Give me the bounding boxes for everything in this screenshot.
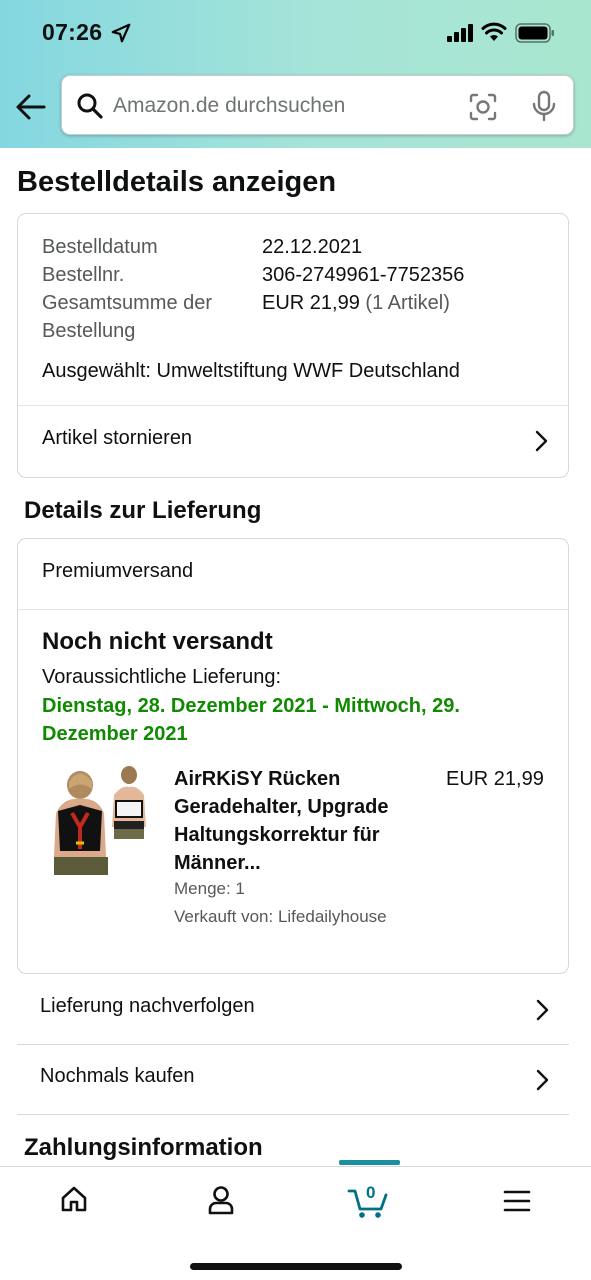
- delivery-section-title: Details zur Lieferung: [24, 497, 262, 524]
- product-price: EUR 21,99: [446, 768, 544, 790]
- top-header: 07:26 Amazon.de durchsuchen: [0, 0, 591, 148]
- search-bar[interactable]: Amazon.de durchsuchen: [61, 75, 574, 135]
- chevron-right-icon: [535, 430, 548, 452]
- order-item-count: (1 Artikel): [365, 292, 450, 314]
- order-summary-card: Bestelldatum 22.12.2021 Bestellnr. 306-2…: [17, 213, 569, 478]
- product-quantity: Menge: 1: [174, 879, 245, 898]
- order-total-value: EUR 21,99 (1 Artikel): [262, 289, 450, 317]
- home-indicator: [190, 1263, 402, 1270]
- delivery-card: Premiumversand Noch nicht versandt Vorau…: [17, 538, 569, 974]
- camera-lens-icon[interactable]: [468, 92, 498, 122]
- microphone-icon[interactable]: [531, 90, 557, 122]
- product-seller: Verkauft von: Lifedailyhouse: [174, 907, 387, 926]
- search-input[interactable]: Amazon.de durchsuchen: [113, 94, 345, 118]
- home-icon[interactable]: [60, 1185, 88, 1213]
- cancel-items-label: Artikel stornieren: [42, 427, 193, 449]
- account-icon[interactable]: [207, 1185, 235, 1215]
- divider: [18, 609, 568, 610]
- chevron-right-icon: [536, 999, 549, 1021]
- order-total-label-line2: Bestellung: [42, 320, 136, 342]
- location-arrow-icon: [111, 23, 131, 43]
- track-delivery-label: Lieferung nachverfolgen: [40, 995, 255, 1017]
- cellular-signal-icon: [447, 24, 473, 42]
- buy-again-row[interactable]: Nochmals kaufen: [17, 1045, 569, 1115]
- page-title: Bestelldetails anzeigen: [17, 166, 337, 198]
- order-date-value: 22.12.2021: [262, 236, 363, 258]
- wifi-icon: [481, 22, 507, 41]
- estimated-delivery-dates: Dienstag, 28. Dezember 2021 - Mittwoch, …: [42, 695, 460, 745]
- order-total-amount: EUR 21,99: [262, 292, 360, 314]
- back-arrow-icon[interactable]: [14, 90, 48, 124]
- estimated-delivery-label: Voraussichtliche Lieferung:: [42, 666, 282, 688]
- bottom-navigation: 0: [0, 1160, 591, 1280]
- shipping-status: Noch nicht versandt: [42, 628, 273, 655]
- order-number-label: Bestellnr.: [42, 264, 125, 286]
- active-tab-indicator: [339, 1160, 400, 1165]
- search-icon: [77, 93, 103, 119]
- cart-count-badge: 0: [366, 1183, 376, 1202]
- chevron-right-icon: [536, 1069, 549, 1091]
- status-time: 07:26: [42, 19, 103, 45]
- order-total-label-line1: Gesamtsumme der: [42, 292, 213, 314]
- battery-icon: [515, 23, 554, 43]
- selected-charity: Ausgewählt: Umweltstiftung WWF Deutschla…: [42, 360, 460, 382]
- payment-section-title: Zahlungsinformation: [24, 1134, 263, 1161]
- product-image[interactable]: [42, 765, 152, 875]
- order-number-value: 306-2749961-7752356: [262, 264, 465, 286]
- order-date-label: Bestelldatum: [42, 236, 158, 258]
- cancel-items-row[interactable]: Artikel stornieren: [18, 406, 568, 478]
- buy-again-label: Nochmals kaufen: [40, 1065, 195, 1087]
- product-title[interactable]: AirRKiSY Rücken Geradehalter, Upgrade Ha…: [174, 765, 424, 877]
- menu-icon[interactable]: [503, 1188, 531, 1214]
- track-delivery-row[interactable]: Lieferung nachverfolgen: [17, 975, 569, 1045]
- shipping-method: Premiumversand: [42, 560, 194, 582]
